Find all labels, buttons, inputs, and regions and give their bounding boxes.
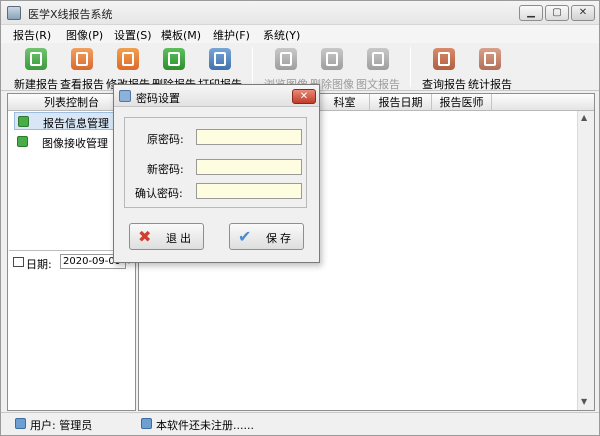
main-window: 医学X线报告系统 ▁ ▢ ✕ 报告(R) 图像(P) 设置(S) 模板(M) 维…: [0, 0, 600, 436]
status-bar: 用户: 管理员 本软件还未注册......: [1, 412, 599, 435]
dialog-app-icon: [119, 90, 131, 102]
delete-image-icon: [321, 48, 343, 70]
dialog-title-bar[interactable]: 密码设置 ✕: [114, 85, 319, 107]
title-bar[interactable]: 医学X线报告系统 ▁ ▢ ✕: [1, 1, 599, 25]
save-button-label: 保存: [266, 232, 294, 245]
minimize-button[interactable]: ▁: [519, 5, 543, 21]
old-password-label: 原密码:: [147, 133, 184, 146]
toolbar-separator: [252, 47, 253, 87]
menu-maintenance[interactable]: 维护(F): [213, 27, 250, 43]
column-report-date[interactable]: 报告日期: [370, 94, 432, 111]
new-password-label: 新密码:: [147, 163, 184, 176]
window-title: 医学X线报告系统: [28, 8, 113, 21]
tree-item-label: 图像接收管理: [42, 137, 108, 150]
new-password-field[interactable]: [196, 159, 302, 175]
image-report-icon: [367, 48, 389, 70]
image-receive-icon: [17, 136, 28, 147]
confirm-password-field[interactable]: [196, 183, 302, 199]
report-info-icon: [18, 116, 29, 127]
new-report-button[interactable]: 新建报告: [13, 47, 59, 91]
scroll-up-icon[interactable]: ▲: [581, 113, 587, 122]
delete-report-icon: [163, 48, 185, 70]
cancel-x-icon: ✖: [138, 227, 152, 246]
menu-report[interactable]: 报告(R): [13, 27, 51, 43]
dialog-close-button[interactable]: ✕: [292, 89, 316, 104]
view-report-button[interactable]: 查看报告: [59, 47, 105, 91]
view-report-icon: [71, 48, 93, 70]
menu-bar: 报告(R) 图像(P) 设置(S) 模板(M) 维护(F) 系统(Y): [1, 25, 599, 43]
column-department[interactable]: 科室: [320, 94, 370, 111]
scroll-down-icon[interactable]: ▼: [581, 397, 587, 406]
old-password-field[interactable]: [196, 129, 302, 145]
checkmark-icon: ✔: [238, 227, 252, 246]
edit-report-icon: [117, 48, 139, 70]
status-message: 本软件还未注册......: [156, 419, 254, 432]
menu-template[interactable]: 模板(M): [161, 27, 201, 43]
confirm-password-label: 确认密码:: [135, 187, 183, 200]
toolbar-separator: [410, 47, 411, 87]
query-report-icon: [433, 48, 455, 70]
password-fields-group: 原密码: 新密码: 确认密码:: [124, 117, 307, 208]
column-report-doctor[interactable]: 报告医师: [432, 94, 492, 111]
exit-button-label: 退出: [166, 232, 194, 245]
print-report-icon: [209, 48, 231, 70]
password-settings-dialog: 密码设置 ✕ 原密码: 新密码: 确认密码: ✖ 退出 ✔ 保存: [113, 84, 320, 263]
app-icon: [7, 6, 21, 20]
close-button[interactable]: ✕: [571, 5, 595, 21]
image-report-button[interactable]: 图文报告: [355, 47, 401, 91]
browse-image-icon: [275, 48, 297, 70]
tree-item-label: 报告信息管理: [43, 117, 109, 130]
image-report-label: 图文报告: [356, 78, 400, 91]
status-user: 用户: 管理员: [30, 419, 93, 432]
calendar-icon: [13, 257, 24, 267]
menu-image[interactable]: 图像(P): [66, 27, 103, 43]
save-button[interactable]: ✔ 保存: [229, 223, 304, 250]
stats-report-icon: [479, 48, 501, 70]
stats-report-button[interactable]: 统计报告: [467, 47, 513, 91]
info-icon: [141, 418, 152, 429]
menu-settings[interactable]: 设置(S): [114, 27, 152, 43]
user-icon: [15, 418, 26, 429]
exit-button[interactable]: ✖ 退出: [129, 223, 204, 250]
date-label: 日期:: [26, 258, 52, 271]
query-report-button[interactable]: 查询报告: [421, 47, 467, 91]
maximize-button[interactable]: ▢: [545, 5, 569, 21]
vertical-scrollbar[interactable]: ▲ ▼: [577, 111, 594, 410]
menu-system[interactable]: 系统(Y): [263, 27, 300, 43]
dialog-title: 密码设置: [136, 92, 180, 105]
stats-report-label: 统计报告: [468, 78, 512, 91]
new-report-icon: [25, 48, 47, 70]
